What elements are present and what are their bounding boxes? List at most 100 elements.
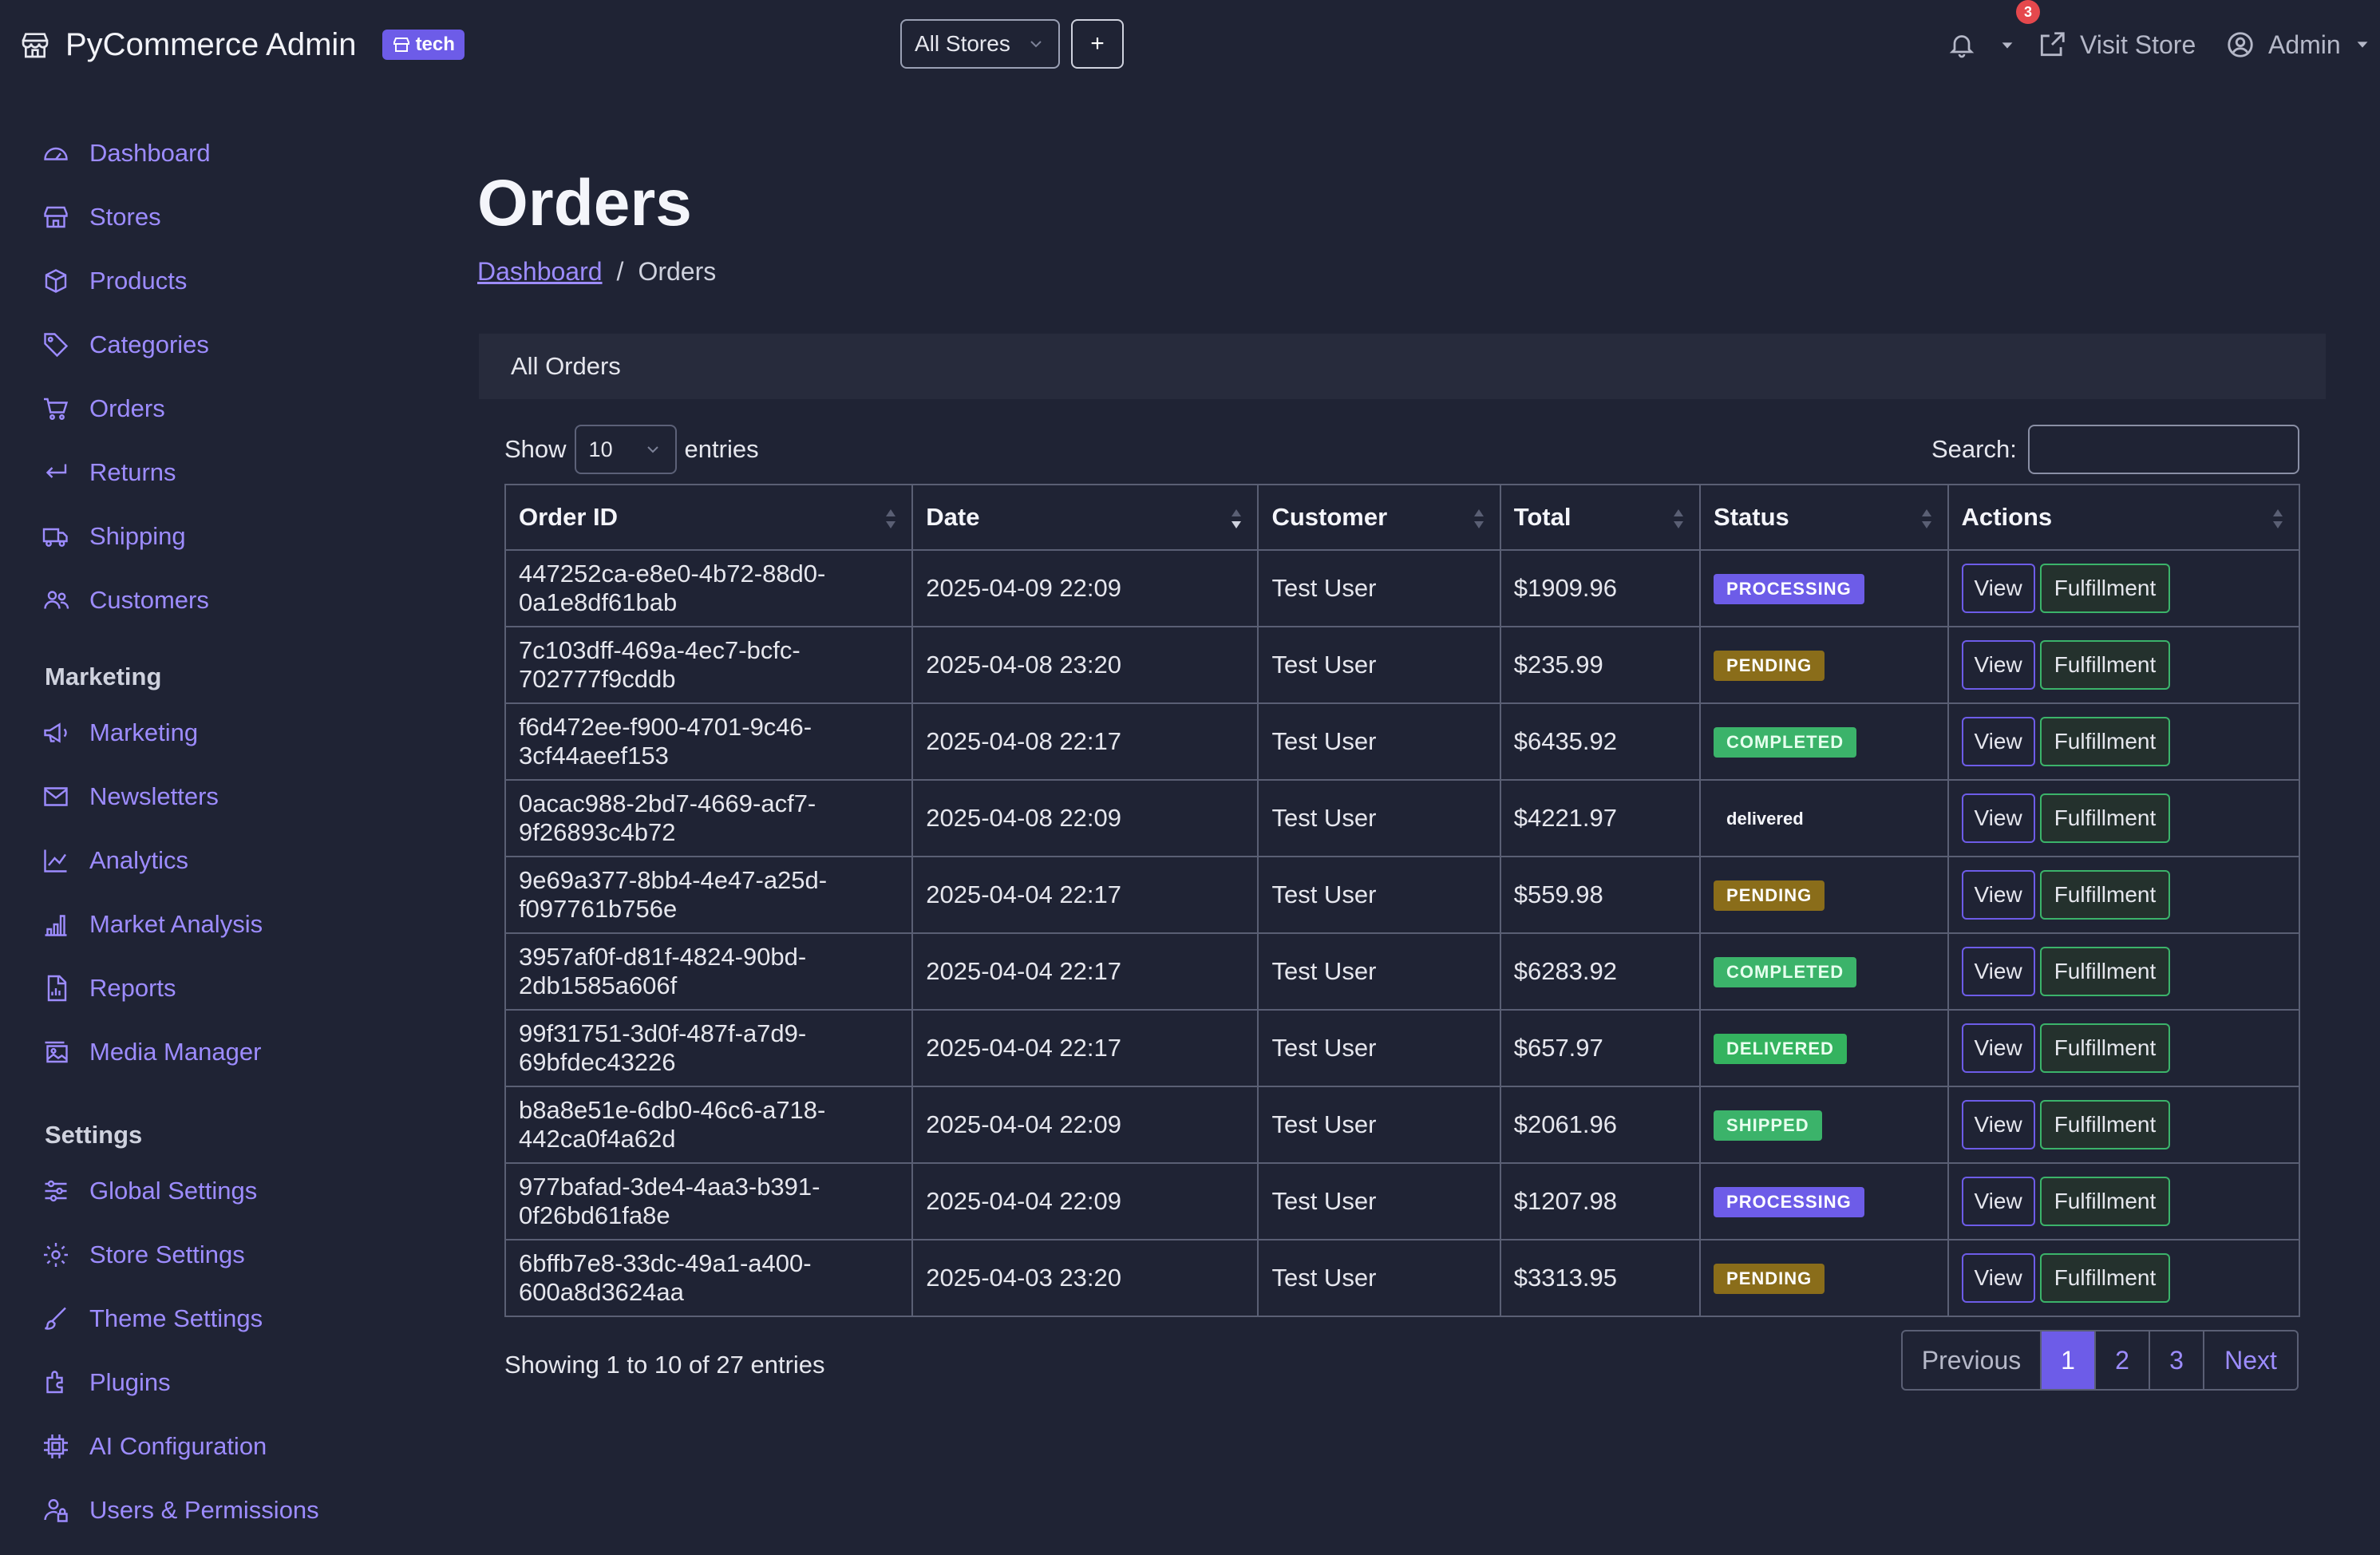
bar-chart-icon <box>45 915 67 936</box>
sidebar-item-media-manager[interactable]: Media Manager <box>42 1030 261 1074</box>
sidebar-item-analytics[interactable]: Analytics <box>42 838 188 883</box>
date-cell: 2025-04-09 22:09 <box>911 549 1259 627</box>
column-header-order-id[interactable]: Order ID <box>504 484 914 551</box>
pagination-page-2[interactable]: 2 <box>2094 1331 2149 1389</box>
people-icon <box>44 591 69 609</box>
add-store-button[interactable]: + <box>1071 19 1124 69</box>
date-cell: 2025-04-08 22:09 <box>911 779 1259 857</box>
fulfillment-button[interactable]: Fulfillment <box>2039 717 2171 766</box>
sidebar-item-label: Plugins <box>89 1368 171 1396</box>
sidebar-item-label: Store Settings <box>89 1240 245 1268</box>
view-order-button[interactable]: View <box>1961 947 2035 996</box>
app-title: PyCommerce Admin <box>65 26 357 62</box>
column-header-customer[interactable]: Customer <box>1257 484 1501 551</box>
actions-cell: View Fulfillment <box>1947 1009 2300 1087</box>
sidebar-item-theme-settings[interactable]: Theme Settings <box>42 1296 263 1341</box>
order-id-cell: 9e69a377-8bb4-4e47-a25d-f097761b756e <box>504 856 914 934</box>
sidebar-item-label: Global Settings <box>89 1177 258 1205</box>
sidebar-item-label: Marketing <box>89 718 199 746</box>
sort-icon <box>1473 509 1484 528</box>
plugin-icon <box>46 1371 63 1394</box>
actions-cell: View Fulfillment <box>1947 626 2300 704</box>
view-order-button[interactable]: View <box>1961 870 2035 920</box>
fulfillment-button[interactable]: Fulfillment <box>2039 870 2171 920</box>
view-order-button[interactable]: View <box>1961 1177 2035 1226</box>
pagination-next[interactable]: Next <box>2203 1331 2297 1389</box>
sidebar-item-orders[interactable]: Orders <box>42 386 165 431</box>
sidebar-item-stores[interactable]: Stores <box>42 195 161 239</box>
view-order-button[interactable]: View <box>1961 717 2035 766</box>
customer-cell: Test User <box>1257 549 1501 627</box>
table-row: 7c103dff-469a-4ec7-bcfc-702777f9cddb 2025… <box>504 626 2300 704</box>
pagination: Previous 1 2 3 Next <box>1901 1330 2299 1391</box>
sidebar-item-customers[interactable]: Customers <box>42 578 209 623</box>
pagination-previous[interactable]: Previous <box>1903 1331 2040 1389</box>
sidebar-item-marketing[interactable]: Marketing <box>42 710 198 755</box>
caret-down-icon[interactable] <box>1998 37 2016 54</box>
actions-cell: View Fulfillment <box>1947 549 2300 627</box>
customer-cell: Test User <box>1257 856 1501 934</box>
visit-store-link[interactable]: Visit Store <box>2037 26 2196 64</box>
column-header-total[interactable]: Total <box>1499 484 1702 551</box>
column-header-status[interactable]: Status <box>1699 484 1949 551</box>
sidebar-item-categories[interactable]: Categories <box>42 322 209 367</box>
view-order-button[interactable]: View <box>1961 564 2035 613</box>
date-cell: 2025-04-04 22:17 <box>911 1009 1259 1087</box>
status-cell: PROCESSING <box>1699 1162 1949 1240</box>
breadcrumb-dashboard-link[interactable]: Dashboard <box>477 257 603 287</box>
sidebar-item-returns[interactable]: Returns <box>42 450 176 495</box>
status-badge: PROCESSING <box>1714 574 1864 604</box>
fulfillment-button[interactable]: Fulfillment <box>2039 1177 2171 1226</box>
column-header-actions[interactable]: Actions <box>1947 484 2300 551</box>
entries-length-value: 10 <box>588 437 613 461</box>
status-cell: PENDING <box>1699 626 1949 704</box>
status-cell: delivered <box>1699 779 1949 857</box>
pagination-page-3[interactable]: 3 <box>2149 1331 2203 1389</box>
fulfillment-button[interactable]: Fulfillment <box>2039 947 2171 996</box>
order-id-cell: 977bafad-3de4-4aa3-b391-0f26bd61fa8e <box>504 1162 914 1240</box>
card-title: All Orders <box>511 352 621 380</box>
sidebar-item-reports[interactable]: Reports <box>42 966 176 1011</box>
sidebar-item-users-permissions[interactable]: Users & Permissions <box>42 1488 319 1533</box>
store-selector[interactable]: All Stores <box>900 19 1060 69</box>
fulfillment-button[interactable]: Fulfillment <box>2039 1253 2171 1303</box>
view-order-button[interactable]: View <box>1961 1253 2035 1303</box>
fulfillment-button[interactable]: Fulfillment <box>2039 640 2171 690</box>
search-input[interactable] <box>2027 425 2299 474</box>
user-menu[interactable]: Admin <box>2225 26 2371 64</box>
sidebar-item-newsletters[interactable]: Newsletters <box>42 774 219 819</box>
view-order-button[interactable]: View <box>1961 1100 2035 1149</box>
view-order-button[interactable]: View <box>1961 1023 2035 1073</box>
view-order-button[interactable]: View <box>1961 793 2035 843</box>
megaphone-icon <box>44 722 67 743</box>
chevron-down-icon <box>1030 41 1042 48</box>
customer-cell: Test User <box>1257 1009 1501 1087</box>
sidebar-item-store-settings[interactable]: Store Settings <box>42 1233 245 1277</box>
sidebar-item-dashboard[interactable]: Dashboard <box>42 131 211 176</box>
fulfillment-button[interactable]: Fulfillment <box>2039 1100 2171 1149</box>
fulfillment-button[interactable]: Fulfillment <box>2039 793 2171 843</box>
view-order-button[interactable]: View <box>1961 640 2035 690</box>
sidebar-item-shipping[interactable]: Shipping <box>42 514 186 559</box>
external-link-icon <box>2040 32 2065 57</box>
column-header-date[interactable]: Date <box>911 484 1259 551</box>
sidebar-item-global-settings[interactable]: Global Settings <box>42 1169 257 1213</box>
entries-length-select[interactable]: 10 <box>574 425 677 474</box>
table-search: Search: <box>1931 425 2299 474</box>
brand[interactable]: PyCommerce Admin tech <box>19 22 465 67</box>
sidebar-item-plugins[interactable]: Plugins <box>42 1360 171 1405</box>
sort-icon <box>2273 509 2283 528</box>
sidebar-item-market-analysis[interactable]: Market Analysis <box>42 902 263 947</box>
bell-icon[interactable] <box>1947 30 1976 59</box>
fulfillment-button[interactable]: Fulfillment <box>2039 564 2171 613</box>
breadcrumb-separator: / <box>616 257 624 286</box>
sort-icon <box>1921 509 1931 528</box>
customer-cell: Test User <box>1257 932 1501 1011</box>
sidebar-item-label: Reports <box>89 974 176 1002</box>
pagination-page-1[interactable]: 1 <box>2040 1331 2094 1389</box>
return-icon <box>45 464 67 478</box>
date-cell: 2025-04-04 22:09 <box>911 1162 1259 1240</box>
sidebar-item-ai-configuration[interactable]: AI Configuration <box>42 1424 267 1469</box>
fulfillment-button[interactable]: Fulfillment <box>2039 1023 2171 1073</box>
sidebar-item-products[interactable]: Products <box>42 259 187 303</box>
